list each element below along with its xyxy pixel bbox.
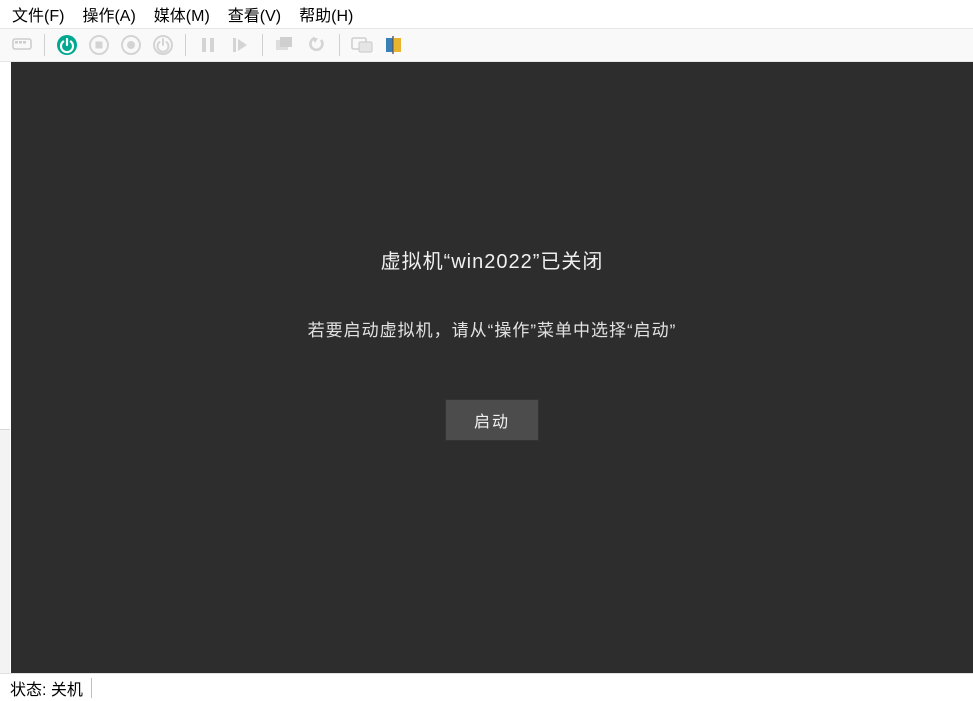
checkpoint-icon — [274, 36, 296, 54]
main-area: 虚拟机“win2022”已关闭 若要启动虚拟机，请从“操作”菜单中选择“启动” … — [0, 62, 973, 673]
vm-status-hint: 若要启动虚拟机，请从“操作”菜单中选择“启动” — [308, 316, 677, 341]
save-button[interactable] — [149, 31, 177, 59]
status-bar: 状态: 关机 — [0, 673, 973, 701]
start-vm-button[interactable] — [53, 31, 81, 59]
status-label: 状态: 关机 — [10, 676, 83, 700]
share-button[interactable] — [380, 31, 408, 59]
vm-display: 虚拟机“win2022”已关闭 若要启动虚拟机，请从“操作”菜单中选择“启动” … — [11, 62, 973, 673]
menu-view[interactable]: 查看(V) — [228, 2, 281, 26]
revert-button[interactable] — [303, 31, 331, 59]
left-gutter — [0, 62, 10, 673]
start-button[interactable]: 启动 — [445, 399, 539, 441]
vm-status-title: 虚拟机“win2022”已关闭 — [381, 245, 604, 274]
share-icon — [384, 35, 404, 55]
shutdown-icon — [120, 34, 142, 56]
menu-media[interactable]: 媒体(M) — [154, 2, 210, 26]
stop-icon — [88, 34, 110, 56]
status-separator — [91, 678, 92, 698]
resume-icon — [232, 37, 248, 53]
revert-icon — [306, 36, 328, 54]
menu-action[interactable]: 操作(A) — [82, 2, 135, 26]
left-gutter-accent — [0, 600, 10, 673]
save-state-icon — [152, 34, 174, 56]
reset-button[interactable] — [226, 31, 254, 59]
toolbar-separator — [185, 34, 186, 56]
toolbar-separator — [339, 34, 340, 56]
toolbar — [0, 28, 973, 62]
pause-icon — [200, 37, 216, 53]
toolbar-separator — [44, 34, 45, 56]
menu-file[interactable]: 文件(F) — [12, 2, 64, 26]
checkpoint-button[interactable] — [271, 31, 299, 59]
toolbar-separator — [262, 34, 263, 56]
ctrl-alt-del-button[interactable] — [8, 31, 36, 59]
shutdown-button[interactable] — [117, 31, 145, 59]
enhanced-session-icon — [351, 36, 373, 54]
ctrl-alt-del-icon — [12, 37, 32, 53]
turn-off-button[interactable] — [85, 31, 113, 59]
enhanced-session-button[interactable] — [348, 31, 376, 59]
menu-help[interactable]: 帮助(H) — [299, 2, 353, 26]
pause-button[interactable] — [194, 31, 222, 59]
power-on-icon — [56, 34, 78, 56]
menu-bar: 文件(F) 操作(A) 媒体(M) 查看(V) 帮助(H) — [0, 0, 973, 28]
